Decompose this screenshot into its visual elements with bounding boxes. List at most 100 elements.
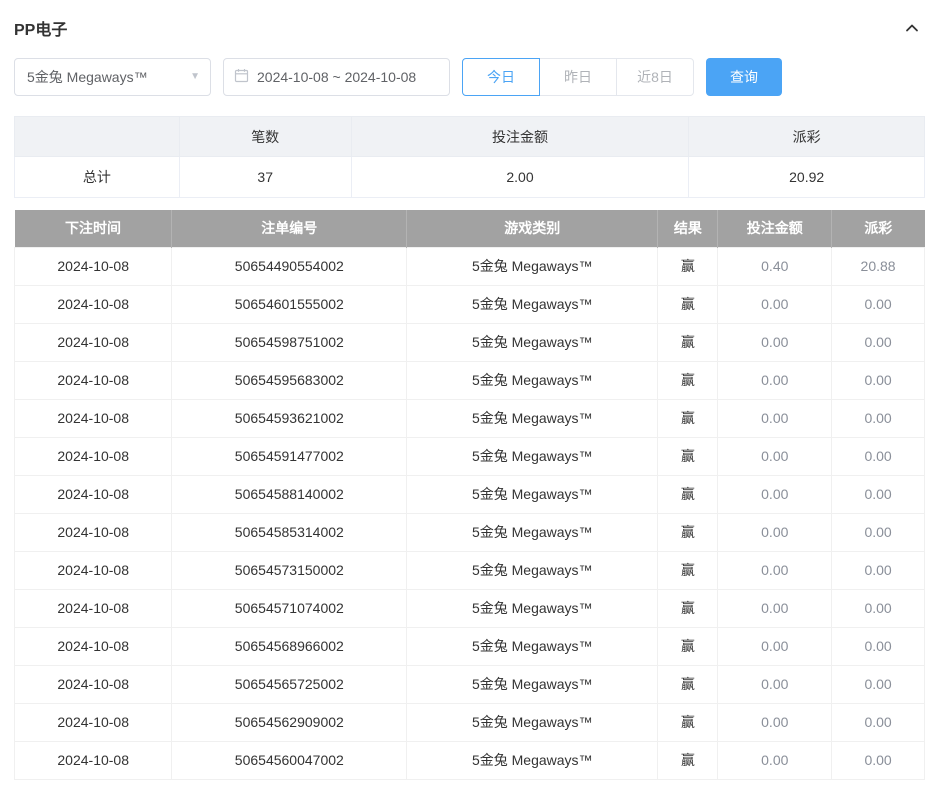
bet-id-cell: 50654591477002 [172, 437, 407, 475]
table-row: 2024-10-08506545710740025金兔 Megaways™赢0.… [15, 589, 925, 627]
summary-header-empty [15, 117, 180, 157]
bet-id-cell: 50654562909002 [172, 703, 407, 741]
bet-time-cell: 2024-10-08 [15, 627, 172, 665]
bet-time-cell: 2024-10-08 [15, 741, 172, 779]
table-row: 2024-10-08506545657250025金兔 Megaways™赢 0.… [15, 665, 925, 703]
payout-cell: 0.00 [832, 741, 925, 779]
section-header: PP电子 [14, 16, 923, 40]
header-bet-time: 下注时间 [15, 210, 172, 247]
bet-id-cell: 50654490554002 [172, 247, 407, 285]
bet-id-cell: 50654598751002 [172, 323, 407, 361]
game-type-cell: 5金兔 Megaways™ [407, 589, 658, 627]
summary-header-count: 笔数 [179, 117, 351, 157]
bet-time-cell: 2024-10-08 [15, 551, 172, 589]
bet-id-cell: 50654585314002 [172, 513, 407, 551]
payout-cell: 0.00 [832, 627, 925, 665]
table-row: 2024-10-08506546015550025金兔 Megaways™赢 0.… [15, 285, 925, 323]
table-row: 2024-10-08506545881400025金兔 Megaways™赢0.… [15, 475, 925, 513]
bet-time-cell: 2024-10-08 [15, 513, 172, 551]
table-row: 2024-10-08506545629090025金兔 Megaways™赢0.… [15, 703, 925, 741]
bet-id-cell: 50654568966002 [172, 627, 407, 665]
payout-cell: 0.00 [832, 589, 925, 627]
bet-amount-cell: 0.40 [718, 247, 832, 285]
table-row: 2024-10-08506545853140025金兔 Megaways™赢0.… [15, 513, 925, 551]
range-button-last8days[interactable]: 近8日 [616, 58, 694, 96]
bet-time-cell: 2024-10-08 [15, 589, 172, 627]
page-title: PP电子 [14, 16, 67, 40]
result-cell: 赢 [658, 247, 718, 285]
game-select-value: 5金兔 Megaways™ [27, 67, 148, 87]
range-button-yesterday[interactable]: 昨日 [539, 58, 617, 96]
game-select[interactable]: 5金兔 Megaways™ ▼ [14, 58, 211, 96]
bet-id-cell: 50654601555002 [172, 285, 407, 323]
summary-total-label: 总计 [15, 157, 180, 198]
bet-time-cell: 2024-10-08 [15, 361, 172, 399]
summary-total-bet-amount: 2.00 [351, 157, 689, 198]
payout-cell: 0.00 [832, 665, 925, 703]
game-type-cell: 5金兔 Megaways™ [407, 399, 658, 437]
payout-cell: 0.00 [832, 399, 925, 437]
calendar-icon [234, 68, 249, 86]
bet-amount-cell: 0.00 [718, 703, 832, 741]
bet-amount-cell: 0.00 [718, 399, 832, 437]
collapse-button[interactable] [901, 19, 923, 37]
result-cell: 赢 [658, 741, 718, 779]
range-button-today[interactable]: 今日 [462, 58, 540, 96]
game-type-cell: 5金兔 Megaways™ [407, 285, 658, 323]
payout-cell: 0.00 [832, 323, 925, 361]
payout-cell: 0.00 [832, 513, 925, 551]
bet-id-cell: 50654595683002 [172, 361, 407, 399]
bet-id-cell: 50654593621002 [172, 399, 407, 437]
result-cell: 赢 [658, 437, 718, 475]
result-cell: 赢 [658, 665, 718, 703]
result-cell: 赢 [658, 703, 718, 741]
bet-id-cell: 50654571074002 [172, 589, 407, 627]
bet-id-cell: 50654560047002 [172, 741, 407, 779]
result-cell: 赢 [658, 513, 718, 551]
filter-bar: 5金兔 Megaways™ ▼ 2024-10-08 ~ 2024-10-08 … [14, 58, 925, 96]
payout-cell: 0.00 [832, 475, 925, 513]
date-range-value: 2024-10-08 ~ 2024-10-08 [257, 69, 416, 85]
table-row: 2024-10-08506545731500025金兔 Megaways™赢0.… [15, 551, 925, 589]
game-type-cell: 5金兔 Megaways™ [407, 703, 658, 741]
game-type-cell: 5金兔 Megaways™ [407, 437, 658, 475]
header-bet-amount: 投注金额 [718, 210, 832, 247]
game-type-cell: 5金兔 Megaways™ [407, 247, 658, 285]
bet-time-cell: 2024-10-08 [15, 665, 172, 703]
payout-cell: 0.00 [832, 285, 925, 323]
game-type-cell: 5金兔 Megaways™ [407, 627, 658, 665]
game-type-cell: 5金兔 Megaways™ [407, 361, 658, 399]
bet-id-cell: 50654565725002 [172, 665, 407, 703]
bet-amount-cell: 0.00 [718, 589, 832, 627]
bet-time-cell: 2024-10-08 [15, 475, 172, 513]
result-cell: 赢 [658, 399, 718, 437]
result-cell: 赢 [658, 285, 718, 323]
bet-time-cell: 2024-10-08 [15, 399, 172, 437]
bet-amount-cell: 0.00 [718, 361, 832, 399]
bet-records-table: 下注时间 注单编号 游戏类别 结果 投注金额 派彩 2024-10-085065… [14, 210, 925, 780]
bet-time-cell: 2024-10-08 [15, 285, 172, 323]
bet-amount-cell: 0.00 [718, 513, 832, 551]
bet-table-body: 2024-10-08506544905540025金兔 Megaways™赢0.… [15, 247, 925, 779]
game-type-cell: 5金兔 Megaways™ [407, 513, 658, 551]
result-cell: 赢 [658, 627, 718, 665]
table-row: 2024-10-08506545600470025金兔 Megaways™赢0.… [15, 741, 925, 779]
bet-amount-cell: 0.00 [718, 551, 832, 589]
table-row: 2024-10-08506545914770025金兔 Megaways™赢0.… [15, 437, 925, 475]
bet-id-cell: 50654573150002 [172, 551, 407, 589]
result-cell: 赢 [658, 361, 718, 399]
table-row: 2024-10-08506545987510025金兔 Megaways™赢0.… [15, 323, 925, 361]
search-button[interactable]: 查询 [706, 58, 782, 96]
bet-amount-cell: 0.00 [718, 323, 832, 361]
summary-total-count: 37 [179, 157, 351, 198]
bet-id-cell: 50654588140002 [172, 475, 407, 513]
bet-table-header-row: 下注时间 注单编号 游戏类别 结果 投注金额 派彩 [15, 210, 925, 247]
summary-header-bet-amount: 投注金额 [351, 117, 689, 157]
payout-cell: 20.88 [832, 247, 925, 285]
game-type-cell: 5金兔 Megaways™ [407, 665, 658, 703]
chevron-up-icon [903, 23, 921, 38]
bet-amount-cell: 0.00 [718, 627, 832, 665]
game-type-cell: 5金兔 Megaways™ [407, 551, 658, 589]
chevron-down-icon: ▼ [190, 72, 200, 82]
date-range-input[interactable]: 2024-10-08 ~ 2024-10-08 [223, 58, 450, 96]
